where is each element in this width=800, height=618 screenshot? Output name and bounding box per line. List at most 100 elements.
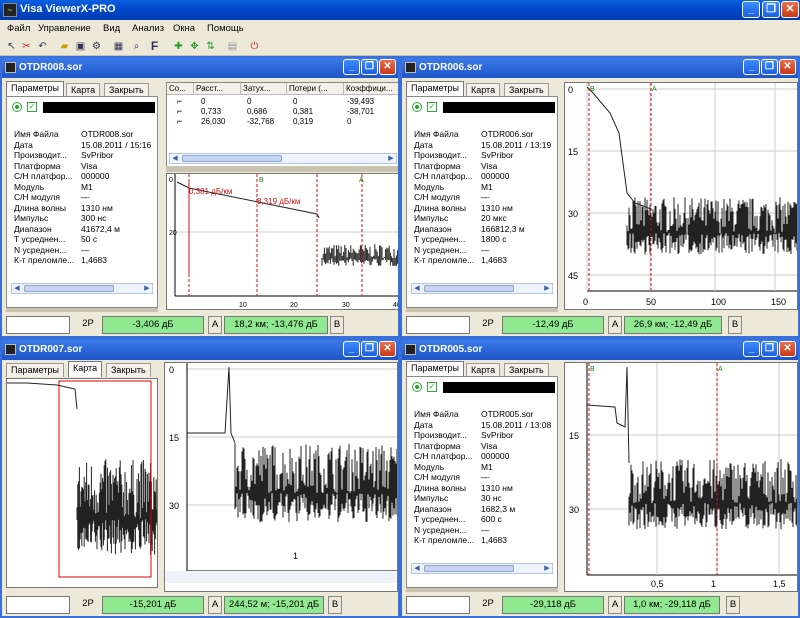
- trace-graph[interactable]: 0 15 30 1: [164, 362, 398, 592]
- scroll-left-icon[interactable]: ◀: [12, 284, 22, 293]
- close-button[interactable]: ✕: [781, 1, 799, 18]
- col-loss[interactable]: Потери (...: [287, 83, 344, 95]
- window-maximize-button[interactable]: ❐: [761, 341, 778, 357]
- marker-a-button[interactable]: A: [208, 316, 222, 334]
- window-minimize-button[interactable]: _: [743, 59, 760, 75]
- props-scrollbar[interactable]: ◀ ▶: [411, 283, 553, 294]
- col-coef[interactable]: Коэффици...: [344, 83, 398, 95]
- tab-params[interactable]: Параметры: [406, 361, 464, 377]
- trace-radio[interactable]: [12, 102, 22, 112]
- window-close-button[interactable]: ✕: [379, 341, 396, 357]
- trace-radio[interactable]: [412, 382, 422, 392]
- cell: 0: [201, 97, 206, 106]
- scroll-thumb[interactable]: [182, 155, 282, 162]
- tab-close[interactable]: Закрыть: [504, 83, 549, 97]
- menu-control[interactable]: Управление: [38, 23, 91, 34]
- cut-icon[interactable]: ✂: [20, 40, 33, 53]
- overview-plot[interactable]: [7, 379, 158, 588]
- add-marker-icon[interactable]: ✚: [172, 40, 185, 53]
- pointer-icon[interactable]: ↖: [5, 40, 18, 53]
- window-close-button[interactable]: ✕: [779, 341, 796, 357]
- col-distance[interactable]: Расст...: [194, 83, 241, 95]
- table-row[interactable]: ⌐ 0 0 0 -39,493: [167, 97, 398, 107]
- marker-a-button[interactable]: A: [608, 316, 622, 334]
- props-scrollbar[interactable]: ◀ ▶: [11, 283, 153, 294]
- minimize-button[interactable]: _: [742, 1, 760, 18]
- maximize-button[interactable]: ❐: [762, 1, 780, 18]
- status-input[interactable]: [6, 316, 70, 334]
- scroll-left-icon[interactable]: ◀: [412, 564, 422, 573]
- props-scrollbar[interactable]: ◀ ▶: [411, 563, 553, 574]
- exit-icon[interactable]: ⏻: [248, 40, 261, 53]
- scroll-right-icon[interactable]: ▶: [142, 284, 152, 293]
- scroll-right-icon[interactable]: ▶: [542, 284, 552, 293]
- window-maximize-button[interactable]: ❐: [761, 59, 778, 75]
- trace-plot[interactable]: 0 15 30 45 0 50 100 150 B A: [565, 83, 798, 310]
- window-minimize-button[interactable]: _: [743, 341, 760, 357]
- table-scrollbar[interactable]: ◀ ▶: [169, 153, 397, 164]
- trace-graph[interactable]: 0 15 30 45 0 50 100 150 B A: [564, 82, 798, 310]
- trace-checkbox[interactable]: ✓: [27, 102, 37, 112]
- menu-help[interactable]: Помощь: [207, 23, 244, 34]
- marker-a-button[interactable]: A: [208, 596, 222, 614]
- trace-radio[interactable]: [412, 102, 422, 112]
- table-row[interactable]: ⌐ 26,030 -32,768 0,319 0: [167, 117, 398, 127]
- trace-graph[interactable]: 15 30 0,5 1 1,5 B A: [564, 362, 798, 592]
- trace-plot[interactable]: 15 30 0,5 1 1,5 B A: [565, 363, 798, 592]
- window-minimize-button[interactable]: _: [343, 341, 360, 357]
- undo-icon[interactable]: ↶: [36, 40, 49, 53]
- overview-map[interactable]: [6, 378, 158, 588]
- marker-b-button[interactable]: B: [328, 596, 342, 614]
- window-close-button[interactable]: ✕: [379, 59, 396, 75]
- zoom-icon[interactable]: ⌕: [130, 40, 143, 53]
- scroll-right-icon[interactable]: ▶: [386, 154, 396, 163]
- move-marker-icon[interactable]: ✥: [188, 40, 201, 53]
- tab-close[interactable]: Закрыть: [106, 363, 151, 377]
- status-input[interactable]: [406, 596, 470, 614]
- tab-close[interactable]: Закрыть: [504, 363, 549, 377]
- scroll-thumb[interactable]: [24, 285, 114, 292]
- scroll-thumb[interactable]: [424, 565, 514, 572]
- trace-plot[interactable]: 0 15 30 1: [165, 363, 398, 592]
- trace-checkbox[interactable]: ✓: [427, 382, 437, 392]
- save-icon[interactable]: ▣: [74, 40, 87, 53]
- scroll-left-icon[interactable]: ◀: [412, 284, 422, 293]
- trace-checkbox[interactable]: ✓: [427, 102, 437, 112]
- scroll-right-icon[interactable]: ▶: [542, 564, 552, 573]
- tab-map[interactable]: Карта: [466, 363, 501, 377]
- marker-b-button[interactable]: B: [330, 316, 344, 334]
- marker-b-button[interactable]: B: [726, 596, 740, 614]
- marker-a-button[interactable]: A: [608, 596, 622, 614]
- trace-graph[interactable]: 020102030400,381 дБ/км8,319 дБ/кмBA: [166, 173, 399, 310]
- scroll-thumb[interactable]: [424, 285, 514, 292]
- font-icon[interactable]: F: [148, 40, 161, 53]
- tab-map[interactable]: Карта: [466, 83, 501, 97]
- tab-params[interactable]: Параметры: [6, 81, 64, 97]
- prop-label: Производит...: [14, 150, 67, 160]
- split-marker-icon[interactable]: ⇅: [204, 40, 217, 53]
- window-close-button[interactable]: ✕: [779, 59, 796, 75]
- tab-params[interactable]: Параметры: [406, 81, 464, 97]
- menu-file[interactable]: Файл: [7, 23, 30, 34]
- col-type[interactable]: Со...: [167, 83, 194, 95]
- open-folder-icon[interactable]: ▰: [58, 40, 71, 53]
- status-input[interactable]: [406, 316, 470, 334]
- table-row[interactable]: ⌐ 0,733 0,686 0,381 -38,701: [167, 107, 398, 117]
- status-input[interactable]: [6, 596, 70, 614]
- tab-map[interactable]: Карта: [68, 361, 103, 377]
- menu-analysis[interactable]: Анализ: [132, 23, 164, 34]
- grid-icon[interactable]: ▦: [112, 40, 125, 53]
- menu-windows[interactable]: Окна: [173, 23, 195, 34]
- trace-plot[interactable]: 020102030400,381 дБ/км8,319 дБ/кмBA: [167, 174, 399, 310]
- window-minimize-button[interactable]: _: [343, 59, 360, 75]
- tab-close[interactable]: Закрыть: [104, 83, 149, 97]
- scroll-left-icon[interactable]: ◀: [170, 154, 180, 163]
- settings-icon[interactable]: ⚙: [90, 40, 103, 53]
- window-maximize-button[interactable]: ❐: [361, 59, 378, 75]
- col-attenuation[interactable]: Затух...: [241, 83, 287, 95]
- window-maximize-button[interactable]: ❐: [361, 341, 378, 357]
- tab-params[interactable]: Параметры: [6, 363, 64, 377]
- marker-b-button[interactable]: B: [728, 316, 742, 334]
- tab-map[interactable]: Карта: [66, 83, 101, 97]
- menu-view[interactable]: Вид: [103, 23, 120, 34]
